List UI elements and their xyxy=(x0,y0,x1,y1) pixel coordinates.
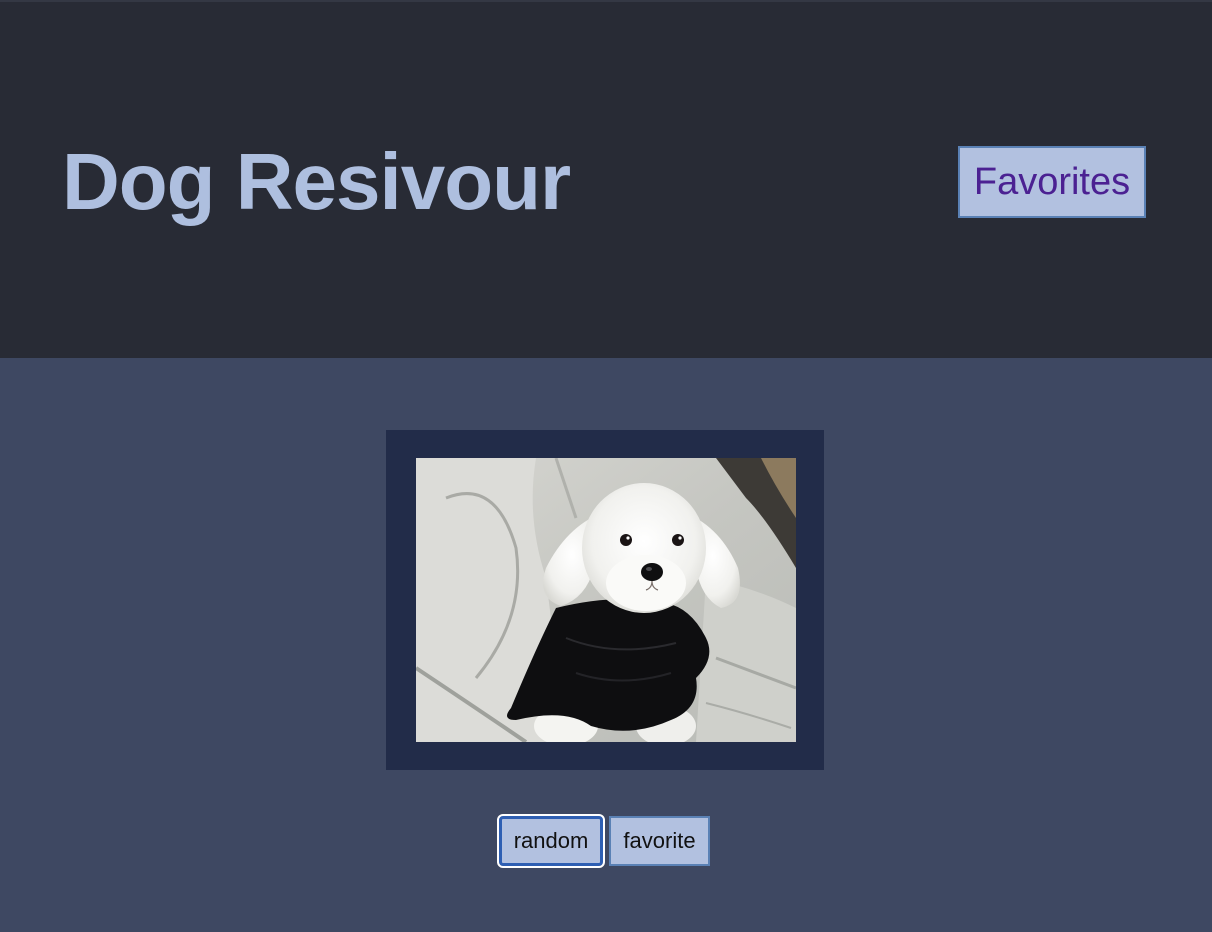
photo-frame xyxy=(386,430,824,770)
site-header: Dog Resivour Favorites xyxy=(0,0,1212,358)
favorites-link[interactable]: Favorites xyxy=(958,146,1146,218)
dog-photo xyxy=(416,458,796,742)
random-button[interactable]: random xyxy=(497,814,605,868)
favorite-button[interactable]: favorite xyxy=(609,816,710,866)
site-title: Dog Resivour xyxy=(62,137,571,226)
main-content: random favorite xyxy=(0,358,1212,932)
